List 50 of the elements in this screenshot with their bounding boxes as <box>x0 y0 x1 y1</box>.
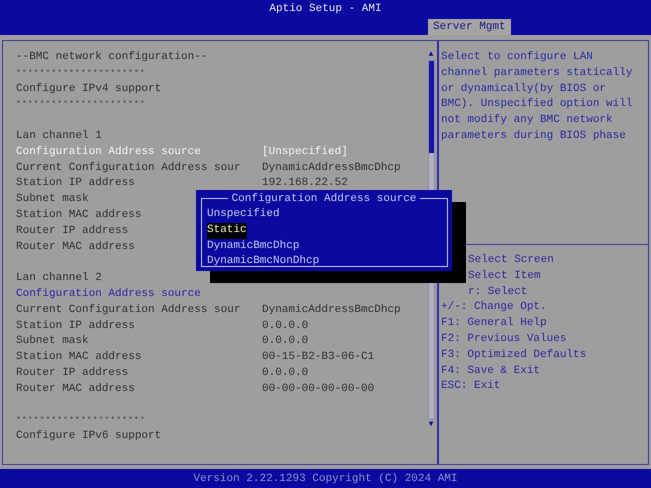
section-heading: Configure IPv6 support <box>16 429 162 444</box>
tab[interactable]: Server Mgmt <box>428 19 511 35</box>
setting-label: Station IP address <box>16 176 135 192</box>
help-text: Select to configure LAN channel parameters statically or dynamically(by BIOS or BMC). Unspecified option will not modify any BMC network parameters during BIOS phase <box>441 50 634 144</box>
separator-text: ********************** <box>16 415 146 428</box>
key-help-text: F1: General Help <box>441 316 547 332</box>
section-heading: Lan channel 1 <box>16 128 102 144</box>
setting-value: 0.0.0.0 <box>262 366 308 381</box>
setting-value: 0.0.0.0 <box>262 318 308 334</box>
section-heading: Lan channel 2 <box>16 271 102 286</box>
section-heading: Configure IPv4 support <box>16 82 162 97</box>
version-text: Version 2.22.1293 Copyright (C) 2024 AMI <box>193 472 458 486</box>
setting-option[interactable]: Configuration Address source <box>16 286 201 303</box>
setting-label: Current Configuration Address sour <box>16 302 240 318</box>
popup-option[interactable]: Static <box>207 222 247 239</box>
setting-label: Current Configuration Address sour <box>16 160 240 176</box>
setting-label: Station MAC address <box>16 350 142 366</box>
setting-label: Subnet mask <box>16 192 89 208</box>
key-help-text: F4: Save & Exit <box>441 364 540 379</box>
popup-option[interactable]: DynamicBmcNonDhcp <box>207 254 320 270</box>
setting-value: DynamicAddressBmcDhcp <box>262 160 401 176</box>
setting-value: DynamicAddressBmcDhcp <box>262 302 401 318</box>
separator-text: ********************** <box>16 68 146 80</box>
window-title: Aptio Setup - AMI <box>269 2 382 16</box>
key-help-text: Select Item <box>468 268 541 284</box>
setting-value: 0.0.0.0 <box>262 334 308 350</box>
popup-option[interactable]: Unspecified <box>207 207 280 223</box>
setting-label: Router MAC address <box>16 240 135 255</box>
popup-option[interactable]: DynamicBmcDhcp <box>207 238 300 254</box>
key-help-text: +/-: Change Opt. <box>441 300 547 316</box>
setting-value: 00-15-B2-B3-06-C1 <box>262 350 374 366</box>
scroll-down-arrow[interactable]: ▼ <box>428 420 434 430</box>
separator-text: ********************** <box>16 99 146 112</box>
setting-value: 00-00-00-00-00-00 <box>262 382 374 397</box>
setting-label: Router IP address <box>16 224 128 239</box>
key-help-text: ESC: Exit <box>441 379 500 394</box>
section-heading: --BMC network configuration-- <box>16 50 208 65</box>
setting-value: 192.168.22.52 <box>262 176 348 192</box>
scroll-up-arrow[interactable]: ▲ <box>428 50 434 60</box>
setting-label: Subnet mask <box>16 334 89 350</box>
setting-label: Router IP address <box>16 366 128 381</box>
scrollbar-thumb[interactable] <box>428 61 434 153</box>
setting-label: Station MAC address <box>16 208 142 223</box>
key-help-text: F2: Previous Values <box>441 332 566 347</box>
key-help-text: r: Select <box>468 284 528 300</box>
setting-label: Router MAC address <box>16 382 135 397</box>
key-help-text: Select Screen <box>468 253 554 268</box>
popup-title: Configuration Address source <box>228 192 420 206</box>
setting-label: Station IP address <box>16 318 135 334</box>
key-help-text: F3: Optimized Defaults <box>441 348 586 363</box>
